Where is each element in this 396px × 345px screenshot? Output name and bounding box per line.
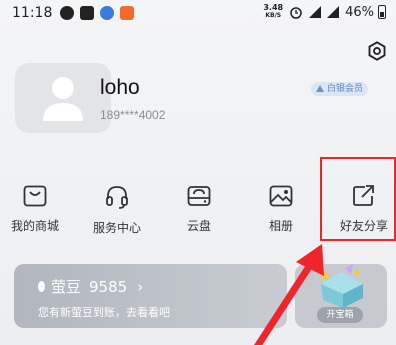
menu-item-label: 云盘	[186, 219, 211, 233]
mobile-screen: 11:18 3.48 KB/S 46% loho 189****4002 白银会…	[0, 0, 396, 345]
menu-item-service[interactable]: 服务中心	[82, 184, 152, 236]
headset-icon	[106, 186, 128, 209]
open-treasure-button[interactable]: 开宝箱	[317, 307, 363, 323]
photo-album-icon	[269, 185, 293, 207]
treasure-box-icon	[321, 264, 363, 308]
user-avatar-icon	[43, 77, 83, 121]
battery-percent: 46%	[345, 4, 374, 20]
cloud-drive-icon	[187, 186, 211, 206]
coin-subtitle: 您有新萤豆到账，去看看吧	[38, 306, 170, 319]
app-notification-icon-2	[120, 6, 135, 20]
menu-item-album[interactable]: 相册	[246, 184, 316, 234]
menu-item-label: 服务中心	[92, 221, 141, 235]
message-icon	[80, 6, 95, 20]
network-speed: 3.48 KB/S	[263, 4, 283, 20]
app-notification-icon	[100, 6, 115, 20]
coin-card[interactable]: 萤豆 9585 › 您有新萤豆到账，去看看吧	[14, 264, 287, 328]
menu-item-cloud[interactable]: 云盘	[164, 184, 234, 234]
battery-icon	[378, 5, 386, 19]
alarm-icon	[290, 7, 302, 19]
status-right: 3.48 KB/S 46%	[263, 4, 386, 20]
settings-gear-icon[interactable]	[366, 40, 388, 62]
coin-title: 萤豆 9585 ›	[38, 276, 143, 297]
chevron-right-icon: ›	[137, 277, 144, 296]
network-speed-value: 3.48	[263, 3, 284, 12]
store-icon	[23, 185, 47, 207]
bean-icon	[38, 281, 45, 292]
user-phone: 189****4002	[100, 108, 166, 122]
status-bar: 11:18 3.48 KB/S 46%	[0, 0, 396, 26]
coin-count: 9585	[89, 277, 128, 296]
network-speed-unit: KB/S	[265, 12, 282, 19]
status-time: 11:18	[12, 5, 53, 21]
menu-item-store[interactable]: 我的商城	[0, 184, 70, 234]
treasure-card[interactable]: 开宝箱	[295, 264, 387, 328]
signal-icon	[309, 6, 322, 18]
membership-badge-label: 白银会员	[326, 84, 363, 94]
signal-icon-2	[327, 6, 340, 18]
chat-bubble-icon	[60, 6, 75, 20]
coin-name: 萤豆	[51, 278, 82, 296]
menu-item-label: 我的商城	[10, 219, 59, 233]
avatar[interactable]	[15, 63, 111, 133]
menu-item-label: 相册	[268, 219, 293, 233]
membership-badge[interactable]: 白银会员	[310, 82, 368, 96]
member-level-icon	[315, 85, 324, 92]
username[interactable]: loho	[100, 76, 140, 100]
share-highlight-box	[320, 157, 396, 241]
